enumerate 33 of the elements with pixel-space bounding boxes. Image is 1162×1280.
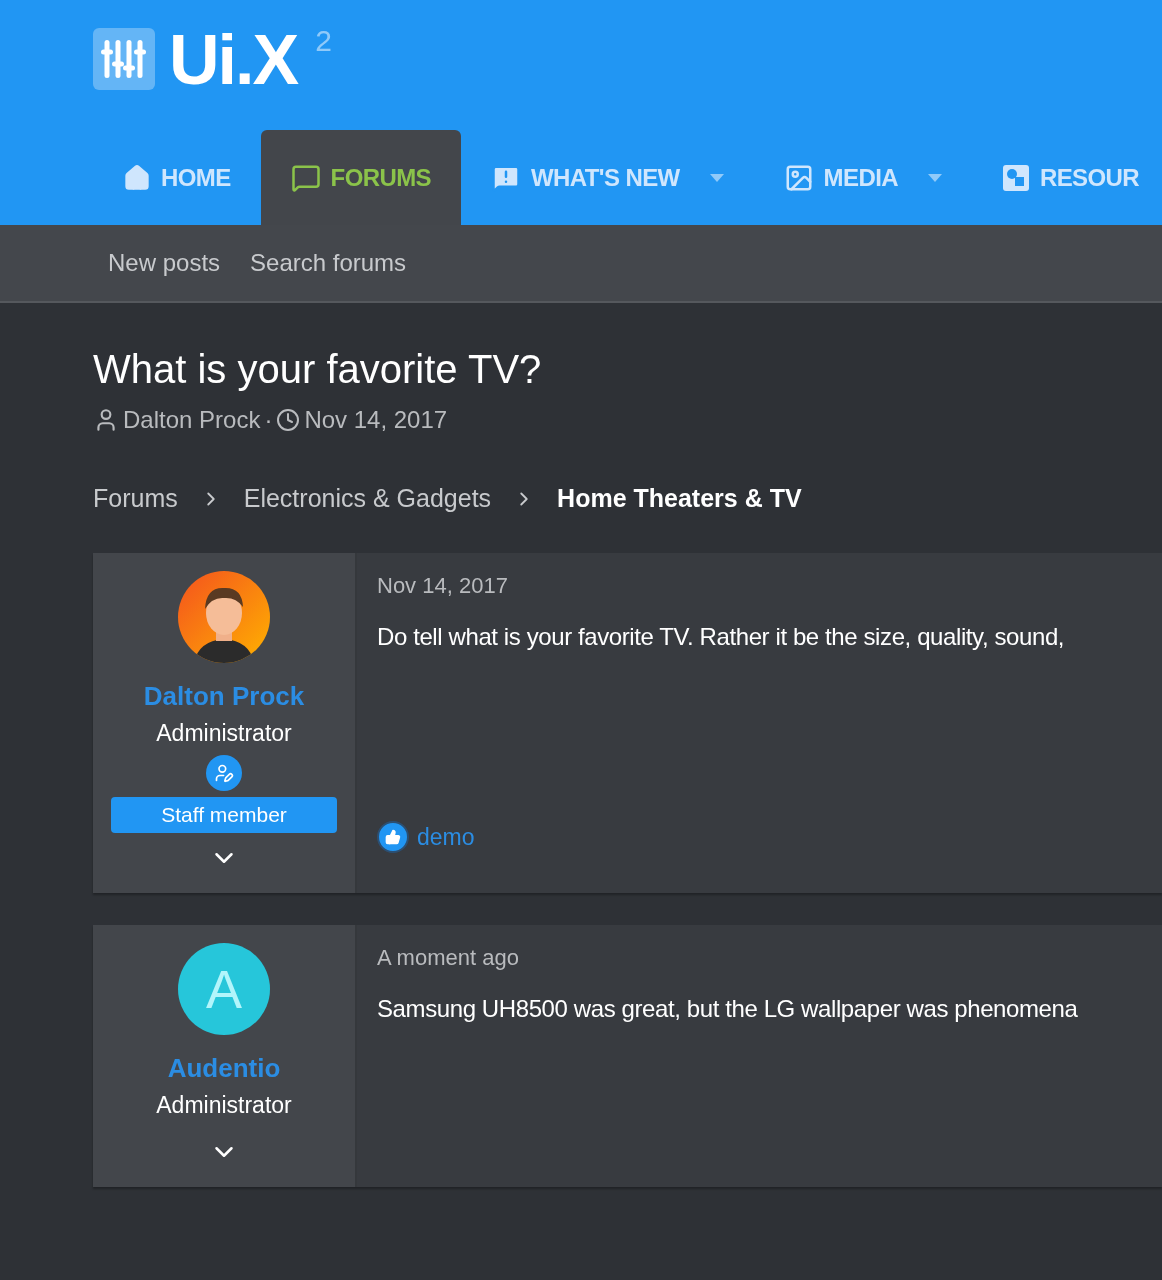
user-role: Administrator [156, 1092, 292, 1119]
breadcrumb-link[interactable]: Forums [93, 484, 178, 513]
breadcrumb-link[interactable]: Home Theaters & TV [557, 484, 802, 513]
resources-icon [1001, 163, 1030, 192]
sliders-logo-icon [93, 28, 155, 90]
nav-tab[interactable]: FORUMS [260, 130, 461, 225]
user-role: Administrator [156, 720, 292, 747]
user-edit-icon [206, 755, 242, 791]
nav-tab[interactable]: WHAT'S NEW [461, 130, 754, 225]
thread-author[interactable]: Dalton Prock [123, 406, 261, 434]
letter-avatar: A [178, 943, 270, 1035]
nav-tab[interactable]: RESOUR [971, 130, 1162, 225]
nav-tab[interactable]: MEDIA [753, 130, 972, 225]
thumbs-up-icon [377, 821, 409, 853]
subnav-link[interactable]: New posts [108, 249, 221, 277]
home-icon [123, 163, 151, 192]
post-text: Samsung UH8500 was great, but the LG wallpaper was phenomena [377, 995, 1079, 1023]
logo-superscript: 2 [315, 24, 332, 58]
reaction-user-link[interactable]: demo [417, 823, 475, 851]
subnav-link[interactable]: Search forums [250, 249, 407, 277]
username-link[interactable]: Dalton Prock [143, 681, 305, 712]
breadcrumb-link[interactable]: Electronics & Gadgets [243, 484, 492, 513]
clock-icon [276, 408, 301, 432]
username-link[interactable]: Audentio [167, 1053, 281, 1084]
separator: · [264, 406, 273, 434]
thread-date: Nov 14, 2017 [304, 406, 448, 434]
nav-tab[interactable]: HOME [93, 130, 261, 225]
logo-text: Ui.X [169, 28, 298, 92]
post-date: Nov 14, 2017 [377, 573, 509, 599]
post-date: A moment ago [377, 945, 520, 971]
staff-badge: Staff member [111, 797, 337, 833]
thread-title: What is your favorite TV? [93, 347, 543, 392]
post-text: Do tell what is your favorite TV. Rather it be the size, quality, sound, [377, 623, 1066, 651]
